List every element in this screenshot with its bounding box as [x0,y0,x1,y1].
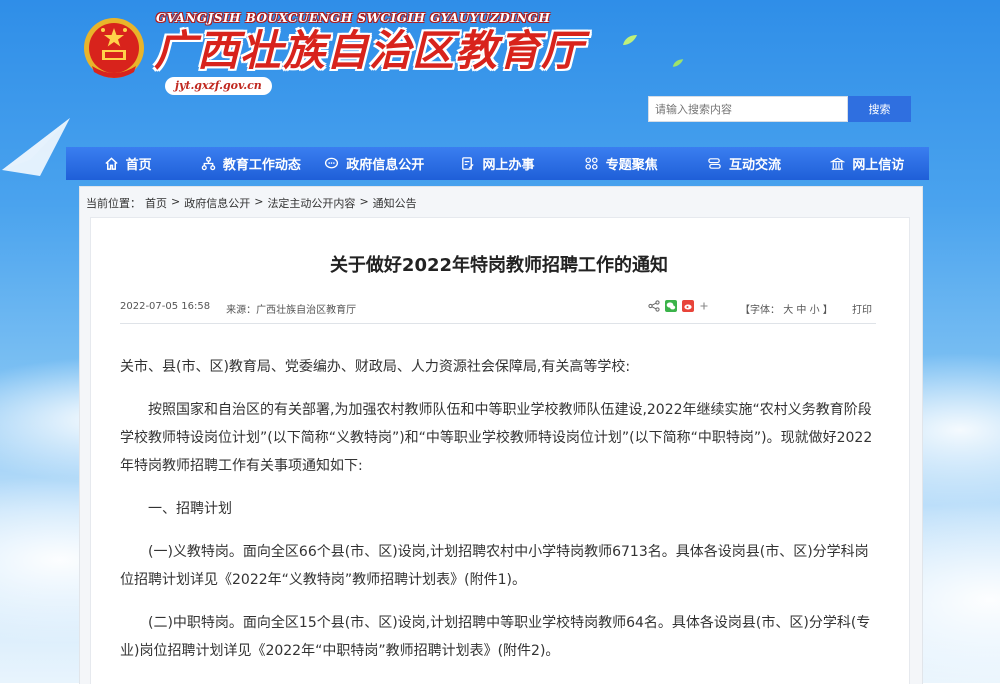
article-paragraph: 按照国家和自治区的有关部署,为加强农村教师队伍和中等职业学校教师队伍建设,202… [120,402,873,474]
nav-item-label: 网上办事 [482,158,535,173]
nav-item-label: 专题聚焦 [605,158,658,173]
nav-item-online-services[interactable]: 网上办事 [436,147,559,180]
leaf-decoration-icon [623,35,637,45]
search-input[interactable] [648,96,848,122]
nav-item-label: 互动交流 [729,158,782,173]
font-size-control: 【字体： 大 中 小 】 [740,301,833,316]
nav-item-interaction[interactable]: 互动交流 [682,147,805,180]
site-name-chinese[interactable]: 广西壮族自治区教育厅 [154,26,584,76]
wechat-icon[interactable] [665,300,677,312]
breadcrumb-statutory-content[interactable]: 法定主动公开内容 [267,195,355,211]
breadcrumb-separator: > [254,195,264,208]
article-paragraph-salutation: 关市、县(市、区)教育局、党委编办、财政局、人力资源社会保障局,有关高等学校: [120,359,631,375]
grid-icon [585,157,598,170]
article-body: 关市、县(市、区)教育局、党委编办、财政局、人力资源社会保障局,有关高等学校: … [120,353,878,680]
building-icon [830,157,846,170]
nav-item-label: 网上信访 [852,158,905,173]
breadcrumb-gov-info[interactable]: 政府信息公开 [184,195,250,211]
font-size-label: 【字体： [740,305,780,316]
font-size-small[interactable]: 小 [810,305,820,316]
print-button[interactable]: 打印 [852,301,872,316]
exchange-icon [708,158,721,169]
article-source: 来源：广西壮族自治区教育厅 [226,305,357,316]
home-icon [104,157,118,170]
plus-icon[interactable] [699,301,709,311]
font-size-close: 】 [822,305,833,316]
share-tools [648,300,709,312]
leaf-decoration-icon [672,59,684,67]
nav-item-gov-info[interactable]: 政府信息公开 [313,147,436,180]
article-title: 关于做好2022年特岗教师招聘工作的通知 [329,255,669,276]
nav-item-label: 首页 [125,158,152,173]
national-emblem-icon [84,18,144,78]
article-paragraph: (一)义教特岗。面向全区66个县(市、区)设岗,计划招聘农村中小学特岗教师671… [120,544,869,588]
main-nav: 首页 教育工作动态 政府信息公开 网上办事 专题聚焦 互动交流 网上信访 [66,147,929,180]
site-url-badge[interactable]: jyt.gxzf.gov.cn [165,77,272,95]
article-paragraph: (二)中职特岗。面向全区15个县(市、区)设岗,计划招聘中等职业学校特岗教师64… [120,615,871,659]
breadcrumb-prefix: 当前位置： [86,197,141,210]
meta-divider [120,323,876,324]
publish-date: 2022-07-05 16:58 [120,301,211,312]
breadcrumb-notices[interactable]: 通知公告 [373,195,417,211]
nav-item-special-topics[interactable]: 专题聚焦 [559,147,682,180]
nav-item-home[interactable]: 首页 [66,147,189,180]
weibo-icon[interactable] [682,300,694,312]
breadcrumb-home[interactable]: 首页 [145,195,167,211]
search-button[interactable]: 搜索 [848,96,911,122]
nav-item-label: 政府信息公开 [346,158,425,173]
org-chart-icon [201,156,216,171]
chat-bubble-icon [325,157,339,169]
font-size-medium[interactable]: 中 [796,305,806,316]
article-meta: 2022-07-05 16:58 来源：广西壮族自治区教育厅 [120,301,356,316]
nav-item-online-petition[interactable]: 网上信访 [806,147,929,180]
breadcrumb: 当前位置： 首页 > 政府信息公开 > 法定主动公开内容 > 通知公告 [86,195,417,211]
section-heading: 一、招聘计划 [148,501,232,517]
nav-item-label: 教育工作动态 [222,158,301,173]
edit-document-icon [462,157,475,170]
share-icon[interactable] [648,300,660,312]
breadcrumb-separator: > [171,195,181,208]
breadcrumb-separator: > [359,195,369,208]
nav-item-education-news[interactable]: 教育工作动态 [189,147,312,180]
site-name-english: GVANGJSIH BOUXCUENGH SWCIGIH GYAUYUZDING… [156,11,551,25]
font-size-large[interactable]: 大 [783,305,793,316]
